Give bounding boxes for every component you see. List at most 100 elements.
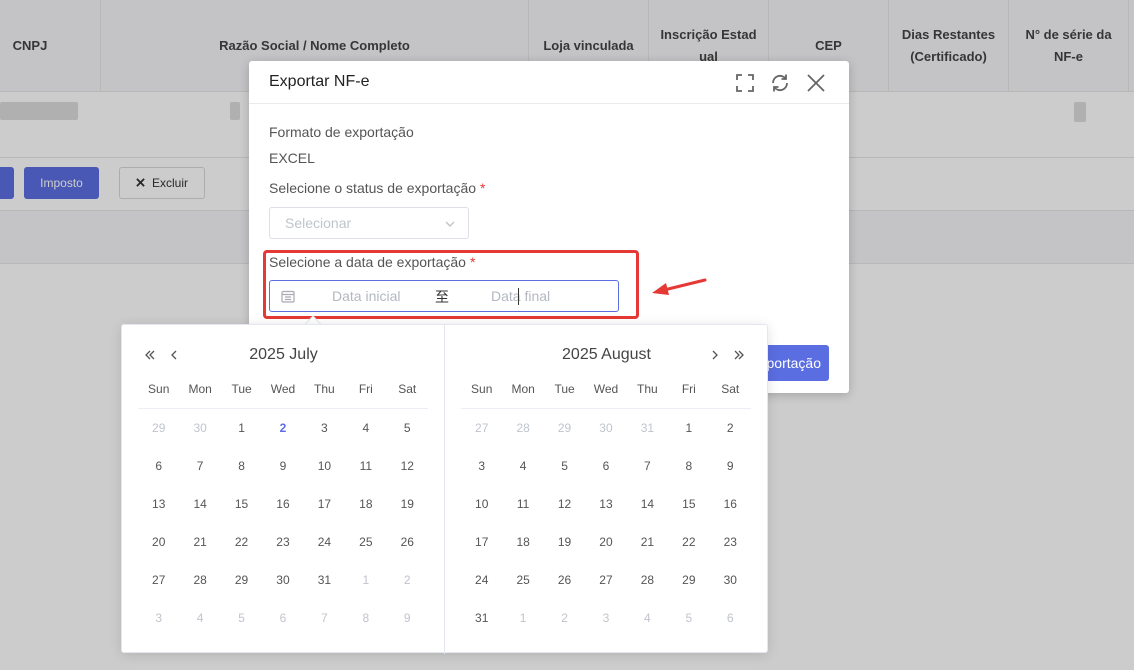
calendar-day[interactable]: 10 [304,447,345,485]
calendar-day-other-month[interactable]: 4 [179,599,220,637]
calendar-day[interactable]: 17 [461,523,502,561]
calendar-day[interactable]: 30 [710,561,751,599]
calendar-day[interactable]: 28 [627,561,668,599]
calendar-day-other-month[interactable]: 4 [627,599,668,637]
calendar-day[interactable]: 14 [179,485,220,523]
calendar-day[interactable]: 25 [345,523,386,561]
calendar-day[interactable]: 16 [710,485,751,523]
calendar-day[interactable]: 18 [345,485,386,523]
calendar-grid-left: Sun Mon Tue Wed Thu Fri Sat 29 30 1 2 3 4 5 6 7 8 9 10 11 12… [138,377,428,637]
calendar-day[interactable]: 15 [221,485,262,523]
calendar-day[interactable]: 1 [221,409,262,447]
calendar-day[interactable]: 3 [461,447,502,485]
next-month-icon[interactable] [707,345,723,365]
calendar-day[interactable]: 1 [668,409,709,447]
weekday-label: Fri [358,382,373,396]
calendar-day[interactable]: 17 [304,485,345,523]
calendar-day[interactable]: 13 [585,485,626,523]
weekday-label: Wed [270,382,296,396]
calendar-day[interactable]: 31 [304,561,345,599]
calendar-day[interactable]: 13 [138,485,179,523]
close-icon[interactable] [804,71,828,95]
calendar-day[interactable]: 12 [387,447,428,485]
status-select[interactable]: Selecionar [269,207,469,239]
calendar-day[interactable]: 23 [710,523,751,561]
calendar-day[interactable]: 29 [668,561,709,599]
calendar-day-other-month[interactable]: 3 [585,599,626,637]
next-year-icon[interactable] [731,345,747,365]
calendar-day[interactable]: 15 [668,485,709,523]
calendar-day-other-month[interactable]: 7 [304,599,345,637]
calendar-day[interactable]: 27 [585,561,626,599]
calendar-day-today[interactable]: 2 [262,409,303,447]
calendar-day[interactable]: 3 [304,409,345,447]
calendar-day[interactable]: 6 [585,447,626,485]
calendar-day[interactable]: 4 [502,447,543,485]
refresh-icon[interactable] [768,71,792,95]
calendar-day[interactable]: 20 [585,523,626,561]
calendar-day[interactable]: 7 [627,447,668,485]
calendar-day[interactable]: 2 [710,409,751,447]
calendar-day[interactable]: 4 [345,409,386,447]
calendar-day[interactable]: 7 [179,447,220,485]
calendar-day[interactable]: 28 [179,561,220,599]
calendar-day[interactable]: 9 [262,447,303,485]
calendar-day-other-month[interactable]: 31 [627,409,668,447]
calendar-day[interactable]: 11 [345,447,386,485]
calendar-day-other-month[interactable]: 30 [179,409,220,447]
calendar-day[interactable]: 21 [627,523,668,561]
calendar-day-other-month[interactable]: 28 [502,409,543,447]
calendar-day-other-month[interactable]: 9 [387,599,428,637]
calendar-day[interactable]: 30 [262,561,303,599]
calendar-day-other-month[interactable]: 1 [502,599,543,637]
calendar-day[interactable]: 22 [668,523,709,561]
calendar-day[interactable]: 6 [138,447,179,485]
calendar-day-other-month[interactable]: 2 [544,599,585,637]
calendar-day[interactable]: 23 [262,523,303,561]
calendar-day-other-month[interactable]: 27 [461,409,502,447]
calendar-day[interactable]: 5 [544,447,585,485]
calendar-day[interactable]: 11 [502,485,543,523]
weekday-label: Sat [398,382,417,396]
calendar-panel-right: 2025 August Sun Mon Tue Wed Thu Fri Sat 27 28 29 3… [445,325,768,654]
calendar-day-other-month[interactable]: 5 [668,599,709,637]
weekday-label: Fri [681,382,696,396]
calendar-day[interactable]: 24 [304,523,345,561]
calendar-day[interactable]: 8 [221,447,262,485]
weekday-label: Tue [554,382,575,396]
calendar-day-other-month[interactable]: 2 [387,561,428,599]
calendar-day[interactable]: 18 [502,523,543,561]
weekday-label: Sun [148,382,170,396]
calendar-day[interactable]: 26 [387,523,428,561]
calendar-day[interactable]: 29 [221,561,262,599]
calendar-day[interactable]: 12 [544,485,585,523]
calendar-day-other-month[interactable]: 1 [345,561,386,599]
calendar-day[interactable]: 24 [461,561,502,599]
calendar-day-other-month[interactable]: 3 [138,599,179,637]
calendar-day-other-month[interactable]: 5 [221,599,262,637]
calendar-day[interactable]: 26 [544,561,585,599]
calendar-day-other-month[interactable]: 6 [262,599,303,637]
calendar-day[interactable]: 19 [387,485,428,523]
calendar-day[interactable]: 16 [262,485,303,523]
fullscreen-icon[interactable] [733,71,757,95]
calendar-day[interactable]: 20 [138,523,179,561]
calendar-day[interactable]: 22 [221,523,262,561]
calendar-day[interactable]: 21 [179,523,220,561]
calendar-day-other-month[interactable]: 6 [710,599,751,637]
calendar-day[interactable]: 25 [502,561,543,599]
calendar-day[interactable]: 9 [710,447,751,485]
calendar-day[interactable]: 14 [627,485,668,523]
calendar-day[interactable]: 31 [461,599,502,637]
calendar-day-other-month[interactable]: 29 [138,409,179,447]
calendar-day-other-month[interactable]: 30 [585,409,626,447]
weekday-header: Sun Mon Tue Wed Thu Fri Sat [461,377,751,409]
calendar-day[interactable]: 8 [668,447,709,485]
calendar-day[interactable]: 5 [387,409,428,447]
calendar-day[interactable]: 19 [544,523,585,561]
calendar-day[interactable]: 27 [138,561,179,599]
status-select-placeholder: Selecionar [285,215,352,231]
calendar-day[interactable]: 10 [461,485,502,523]
calendar-day-other-month[interactable]: 8 [345,599,386,637]
calendar-day-other-month[interactable]: 29 [544,409,585,447]
